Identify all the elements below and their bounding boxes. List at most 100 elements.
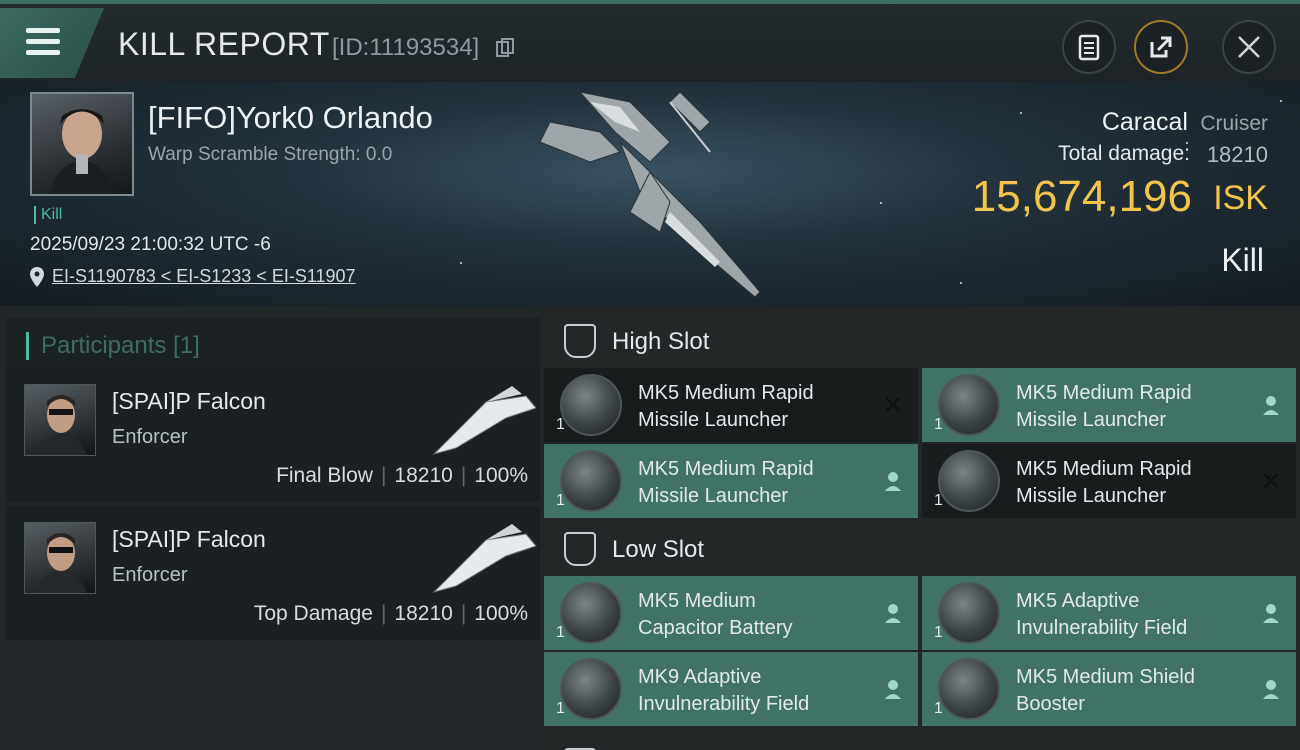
person-icon [1263, 604, 1279, 623]
module-name: MK5 Medium Rapid Missile Launcher [638, 456, 878, 510]
participant-damage: 18210 [394, 464, 453, 487]
participant-ship: Enforcer [112, 426, 188, 448]
participant-name[interactable]: [SPAI]P Falcon [112, 388, 266, 415]
missile-launcher-icon [560, 450, 622, 512]
module-item[interactable]: 1 MK5 Medium Rapid Missile Launcher ✕ [922, 444, 1296, 518]
location-link[interactable]: EI-S1190783 < EI-S1233 < EI-S11907 [52, 266, 356, 287]
location-pin-icon [30, 266, 44, 287]
participants-header[interactable]: Participants [1] [6, 318, 540, 372]
module-quantity: 1 [556, 416, 565, 433]
participant-stats: Top Damage | 18210 | 100% [253, 602, 528, 625]
low-slot-title: Low Slot [612, 536, 705, 563]
avatar[interactable] [24, 384, 96, 456]
portrait-silhouette-icon [35, 533, 87, 593]
module-name-line: MK5 Medium Rapid [1016, 382, 1192, 404]
share-button[interactable] [1134, 20, 1188, 74]
hamburger-icon [26, 39, 60, 44]
page-title: KILL REPORT [118, 26, 330, 62]
participant-ship-image [432, 524, 537, 593]
module-name-line: MK5 Medium Rapid [638, 458, 814, 480]
x-icon: ✕ [882, 390, 904, 420]
warp-scramble-strength: Warp Scramble Strength: 0.0 [148, 144, 393, 165]
capacitor-battery-icon [560, 582, 622, 644]
close-icon [1238, 36, 1260, 58]
x-icon: ✕ [1260, 466, 1282, 496]
victim-name[interactable]: [FIFO]York0 Orlando [148, 100, 433, 136]
module-name-line: Missile Launcher [1016, 409, 1167, 431]
mid-slot-header-partial [544, 734, 1300, 750]
slot-shield-icon [564, 532, 596, 566]
person-icon [885, 472, 901, 491]
isk-unit: ISK [1213, 179, 1268, 217]
menu-button[interactable] [0, 8, 104, 78]
avatar[interactable] [24, 522, 96, 594]
ship-class: Cruiser [1200, 112, 1268, 135]
top-bar: KILL REPORT [ID:11193534] [0, 0, 1300, 82]
module-quantity: 1 [556, 700, 565, 717]
module-name: MK5 Medium Rapid Missile Launcher [638, 380, 878, 434]
copy-icon[interactable] [496, 38, 514, 58]
slot-shield-icon [564, 324, 596, 358]
ship-render-image [539, 91, 761, 298]
participants-title: Participants [1] [26, 332, 200, 360]
person-icon [885, 680, 901, 699]
person-icon [1263, 396, 1279, 415]
result-label: Kill [1221, 242, 1264, 278]
portrait-silhouette-icon [35, 395, 87, 455]
module-name-line: MK5 Medium Rapid [1016, 458, 1192, 480]
module-name-line: Capacitor Battery [638, 617, 793, 639]
module-item[interactable]: 1 MK9 Adaptive Invulnerability Field [544, 652, 918, 726]
module-item[interactable]: 1 MK5 Medium Rapid Missile Launcher [922, 368, 1296, 442]
module-item[interactable]: 1 MK5 Adaptive Invulnerability Field [922, 576, 1296, 650]
kill-timestamp: 2025/09/23 21:00:32 UTC -6 [30, 234, 271, 255]
module-item[interactable]: 1 MK5 Medium Rapid Missile Launcher [544, 444, 918, 518]
module-item[interactable]: 1 MK5 Medium Capacitor Battery [544, 576, 918, 650]
kill-tag: Kill [34, 206, 62, 224]
clipboard-icon [1078, 34, 1100, 61]
module-name-line: Missile Launcher [638, 485, 789, 507]
module-quantity: 1 [934, 624, 943, 641]
module-name-line: Booster [1016, 693, 1085, 715]
report-id: [ID:11193534] [332, 34, 480, 61]
high-slot-title: High Slot [612, 328, 710, 355]
hamburger-icon [26, 50, 60, 55]
participant-percent: 100% [474, 602, 528, 625]
participant-damage: 18210 [394, 602, 453, 625]
module-name-line: MK5 Medium [638, 590, 756, 612]
module-item[interactable]: 1 MK5 Medium Shield Booster [922, 652, 1296, 726]
module-item[interactable]: 1 MK5 Medium Rapid Missile Launcher ✕ [544, 368, 918, 442]
module-name: MK5 Adaptive Invulnerability Field [1016, 588, 1256, 642]
total-damage-label: Total damage: [1058, 142, 1190, 165]
module-name-line: Missile Launcher [638, 409, 789, 431]
fitting-panel: High Slot 1 MK5 Medium Rapid Missile Lau… [544, 306, 1300, 750]
module-name: MK5 Medium Rapid Missile Launcher [1016, 380, 1256, 434]
module-name-line: MK5 Adaptive [1016, 590, 1140, 612]
high-slot-header: High Slot [544, 310, 1300, 372]
module-name-line: Invulnerability Field [1016, 617, 1188, 639]
total-damage-value: 18210 [1206, 142, 1268, 167]
participant-ship-image [432, 386, 537, 455]
missile-launcher-icon [560, 374, 622, 436]
module-name-line: MK5 Medium Rapid [638, 382, 814, 404]
ship-name[interactable]: Caracal [1102, 108, 1188, 137]
module-name-line: Invulnerability Field [638, 693, 810, 715]
module-quantity: 1 [934, 416, 943, 433]
participants-panel: Participants [1] [SPAI]P Falcon Enforcer… [0, 306, 544, 750]
close-button[interactable] [1222, 20, 1276, 74]
module-name: MK9 Adaptive Invulnerability Field [638, 664, 878, 718]
kill-location[interactable]: EI-S1190783 < EI-S1233 < EI-S11907 [30, 266, 356, 287]
clipboard-button[interactable] [1062, 20, 1116, 74]
participant-row[interactable]: [SPAI]P Falcon Enforcer Top Damage | 18210… [6, 506, 540, 640]
module-quantity: 1 [934, 492, 943, 509]
participant-name[interactable]: [SPAI]P Falcon [112, 526, 266, 553]
participant-ship: Enforcer [112, 564, 188, 586]
module-name: MK5 Medium Capacitor Battery [638, 588, 878, 642]
low-slot-header: Low Slot [544, 518, 1300, 580]
shield-module-icon [560, 658, 622, 720]
module-name: MK5 Medium Shield Booster [1016, 664, 1256, 718]
isk-value: 15,674,196 [971, 172, 1192, 221]
victim-avatar[interactable] [30, 92, 134, 196]
shield-booster-icon [938, 658, 1000, 720]
participant-row[interactable]: [SPAI]P Falcon Enforcer Final Blow | 18210… [6, 368, 540, 502]
module-quantity: 1 [556, 492, 565, 509]
